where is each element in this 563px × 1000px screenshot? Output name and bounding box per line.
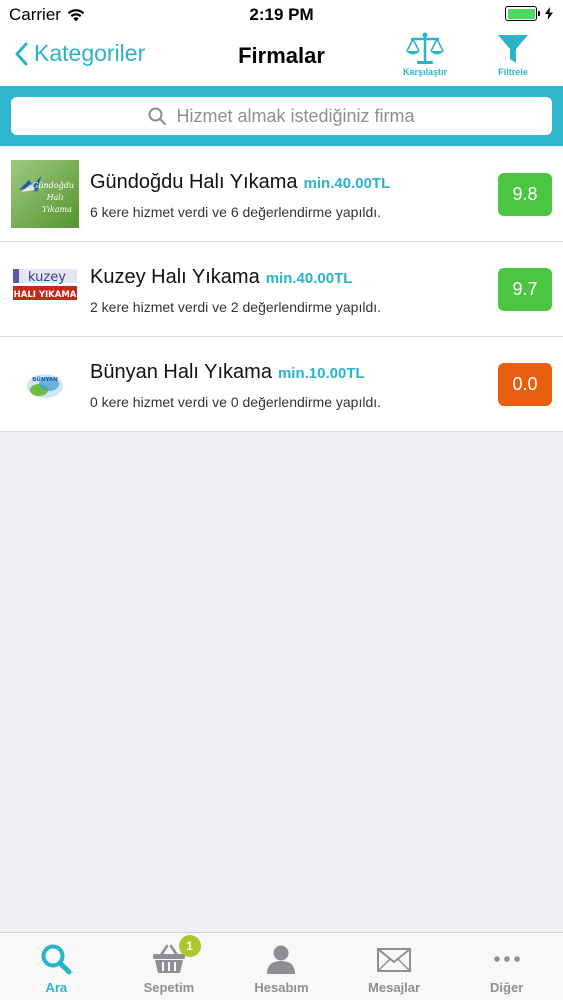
logo-line-2: HALI YIKAMA xyxy=(14,290,77,300)
tab-bar: Ara Sepetim 1 Hesabım Mesajlar Diğer xyxy=(0,932,563,1000)
navigation-bar: Kategoriler Firmalar Karşılaştır Filtrel… xyxy=(0,30,563,86)
logo-line-1: Gündoğdu xyxy=(32,181,74,190)
tab-label: Mesajlar xyxy=(368,980,421,995)
status-right xyxy=(505,6,553,21)
company-min-price: min.10.00TL xyxy=(277,365,365,382)
back-button-label: Kategoriler xyxy=(34,40,146,66)
company-name: Kuzey Halı Yıkama xyxy=(90,266,260,288)
company-logo-bunyan: BÜNYAN xyxy=(11,350,79,418)
company-min-price: min.40.00TL xyxy=(303,175,391,192)
company-list: Gündoğdu Halı Yıkama Gündoğdu Halı Yıkam… xyxy=(0,147,563,432)
logo-line-2: Halı xyxy=(46,193,64,202)
status-time: 2:19 PM xyxy=(249,5,314,24)
filter-label: Filtrele xyxy=(498,67,528,77)
company-row-gundogdu[interactable]: Gündoğdu Halı Yıkama Gündoğdu Halı Yıkam… xyxy=(0,147,563,242)
charging-icon xyxy=(545,7,553,20)
company-name-line: Kuzey Halı Yıkama min.40.00TL xyxy=(90,266,352,289)
company-name-line: Gündoğdu Halı Yıkama min.40.00TL xyxy=(90,171,390,194)
person-icon xyxy=(267,945,296,974)
logo-line-3: Yıkama xyxy=(42,205,72,214)
compare-button[interactable]: Karşılaştır xyxy=(395,32,455,82)
cart-count-badge: 1 xyxy=(178,935,201,957)
score-badge: 9.8 xyxy=(498,173,552,216)
company-description: 0 kere hizmet verdi ve 0 değerlendirme y… xyxy=(90,394,382,410)
logo-line-1: BÜNYAN xyxy=(32,376,58,383)
tab-label: Sepetim xyxy=(143,980,195,995)
tab-mesajlar[interactable]: Mesajlar xyxy=(338,933,451,1000)
tab-sepetim[interactable]: Sepetim 1 xyxy=(113,933,226,1000)
search-input[interactable]: Hizmet almak istediğiniz firma xyxy=(11,97,552,135)
company-name: Bünyan Halı Yıkama xyxy=(90,361,272,383)
company-name-line: Bünyan Halı Yıkama min.10.00TL xyxy=(90,361,365,384)
status-bar: Carrier 2:19 PM xyxy=(0,0,563,30)
chevron-left-icon xyxy=(15,42,28,65)
scales-icon xyxy=(406,32,444,64)
company-description: 6 kere hizmet verdi ve 6 değerlendirme y… xyxy=(90,204,382,220)
more-icon xyxy=(493,956,520,962)
score-badge: 0.0 xyxy=(498,363,552,406)
filter-button[interactable]: Filtrele xyxy=(483,32,543,82)
company-name: Gündoğdu Halı Yıkama xyxy=(90,171,298,193)
compare-label: Karşılaştır xyxy=(402,67,448,77)
company-description: 2 kere hizmet verdi ve 2 değerlendirme y… xyxy=(90,299,382,315)
tab-hesabim[interactable]: Hesabım xyxy=(225,933,338,1000)
search-placeholder: Hizmet almak istediğiniz firma xyxy=(176,105,415,126)
company-logo-gundogdu: Gündoğdu Halı Yıkama xyxy=(11,160,79,228)
back-button[interactable]: Kategoriler xyxy=(14,40,145,67)
company-min-price: min.40.00TL xyxy=(265,270,353,287)
company-row-bunyan[interactable]: BÜNYAN Bünyan Halı Yıkama min.10.00TL 0 k… xyxy=(0,337,563,432)
tab-label: Diğer xyxy=(490,980,524,995)
tab-diger[interactable]: Diğer xyxy=(450,933,563,1000)
funnel-icon xyxy=(498,35,528,63)
search-icon xyxy=(148,107,167,125)
logo-line-1: kuzey xyxy=(28,270,66,285)
search-band: Hizmet almak istediğiniz firma xyxy=(0,86,563,146)
search-icon xyxy=(41,944,72,975)
tab-ara[interactable]: Ara xyxy=(0,933,113,1000)
company-logo-kuzey: kuzey HALI YIKAMA xyxy=(11,255,79,323)
tab-label: Ara xyxy=(45,980,68,995)
battery-icon xyxy=(505,6,540,21)
tab-label: Hesabım xyxy=(254,980,309,995)
score-badge: 9.7 xyxy=(498,268,552,311)
company-row-kuzey[interactable]: kuzey HALI YIKAMA Kuzey Halı Yıkama min.4… xyxy=(0,242,563,337)
envelope-icon xyxy=(377,948,412,972)
